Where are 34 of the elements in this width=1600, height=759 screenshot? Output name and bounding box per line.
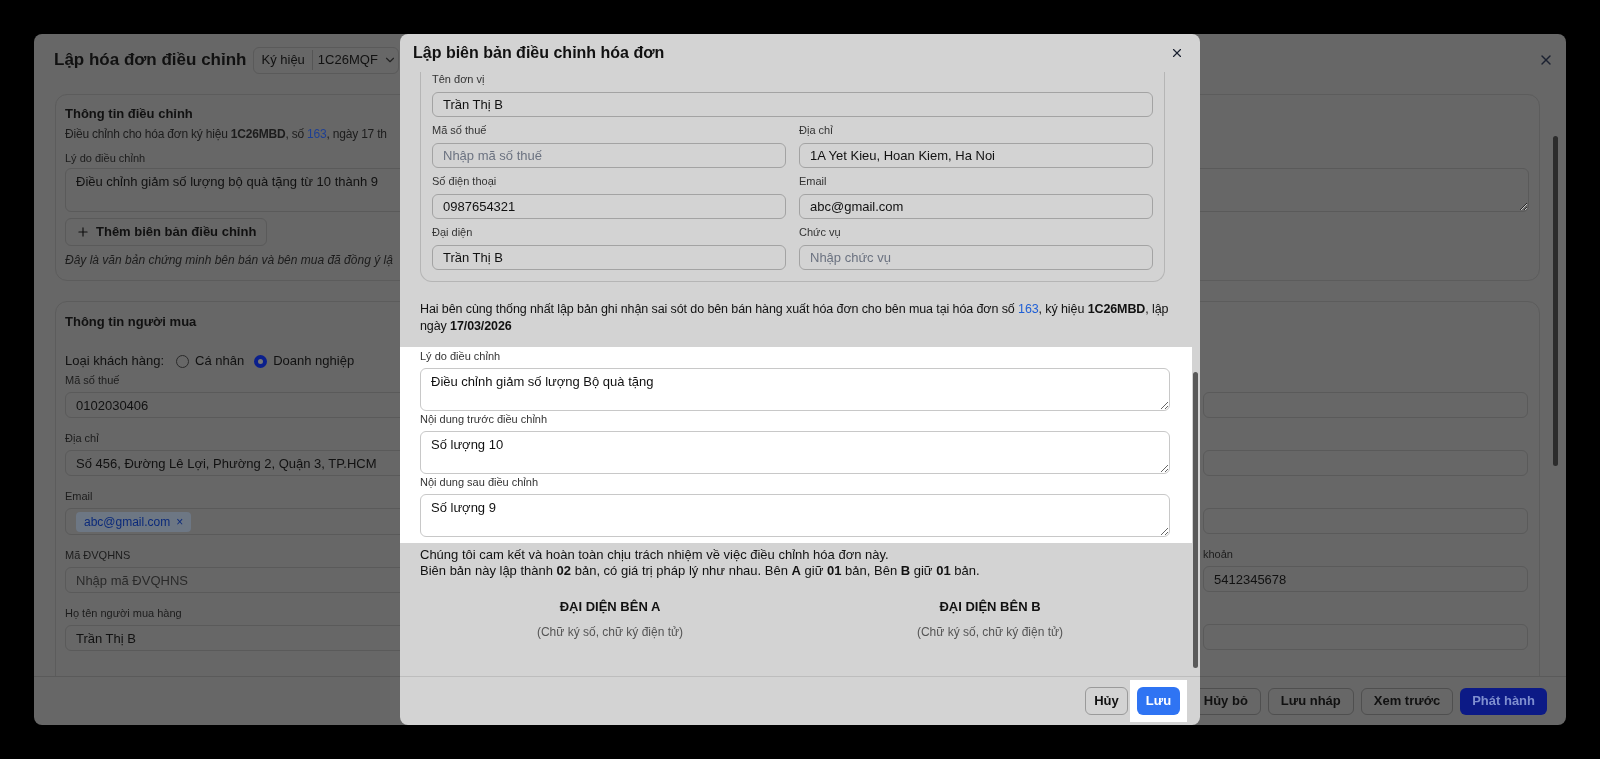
field-label: Chức vụ [799, 225, 842, 239]
field-label: Số điện thoại [432, 174, 498, 188]
adjustment-description: Điều chỉnh cho hóa đơn ký hiệu 1C26MBD, số 163, ngày 17 th [65, 126, 387, 143]
field-label: Họ tên người mua hàng [65, 606, 182, 620]
dialog-title: Lập hóa đơn điều chỉnh [54, 49, 247, 72]
commitment-text: Biên bản này lập thành 02 bản, có giá trị pháp lý như nhau. Bên A giữ 01 bản, Bên B giữ 01 bản. [420, 563, 981, 579]
signature-note: (Chữ ký số, chữ ký điện tử) [536, 623, 684, 641]
field-label: Nội dung sau điều chỉnh [420, 475, 540, 489]
note-text: Đây là văn bản chứng minh bên bán và bên mua đã đồng ý lậ [65, 252, 393, 269]
field-label: Nội dung trước điều chỉnh [420, 412, 549, 426]
commitment-text: Chúng tôi cam kết và hoàn toàn chịu trách nhiệm về việc điều chỉnh hóa đơn này. [420, 547, 890, 563]
section-title: Thông tin điều chỉnh [65, 105, 193, 120]
field-label: Lý do điều chỉnh [65, 151, 146, 164]
signature-title: ĐẠI DIỆN BÊN A [559, 598, 661, 616]
radio-label: Cá nhân [195, 352, 245, 371]
field-label: Email [799, 174, 828, 188]
customer-type-label: Loại khách hàng: [65, 352, 165, 371]
field-label: Địa chỉ [799, 123, 834, 137]
field-label: Tên đơn vị [432, 72, 486, 86]
field-label: Lý do điều chỉnh [420, 349, 502, 363]
field-label: khoản [1203, 547, 1233, 561]
signature-title: ĐẠI DIỆN BÊN B [939, 598, 1041, 616]
field-label: Mã số thuế [432, 123, 488, 137]
field-label: Mã ĐVQHNS [65, 548, 131, 562]
radio-label: Doanh nghiệp [273, 352, 355, 371]
field-label: Đại diện [432, 225, 474, 239]
signature-note: (Chữ ký số, chữ ký điện tử) [916, 623, 1064, 641]
field-label: Mã số thuế [65, 373, 120, 387]
modal-title: Lập biên bản điều chỉnh hóa đơn [413, 43, 665, 63]
email-tag-text: abc@gmail.com [84, 513, 171, 531]
agreement-text: Hai bên cùng thống nhất lập bản ghi nhận sai sót do bên bán hàng xuất hóa đơn cho bên mua tại hóa đơn số 163, ký hiệu 1C26MBD, lập ngày 17/03/2026 [420, 301, 1170, 335]
section-title: Thông tin người mua [65, 313, 197, 328]
field-label: Địa chỉ [65, 431, 99, 445]
field-label: Email [65, 489, 93, 503]
